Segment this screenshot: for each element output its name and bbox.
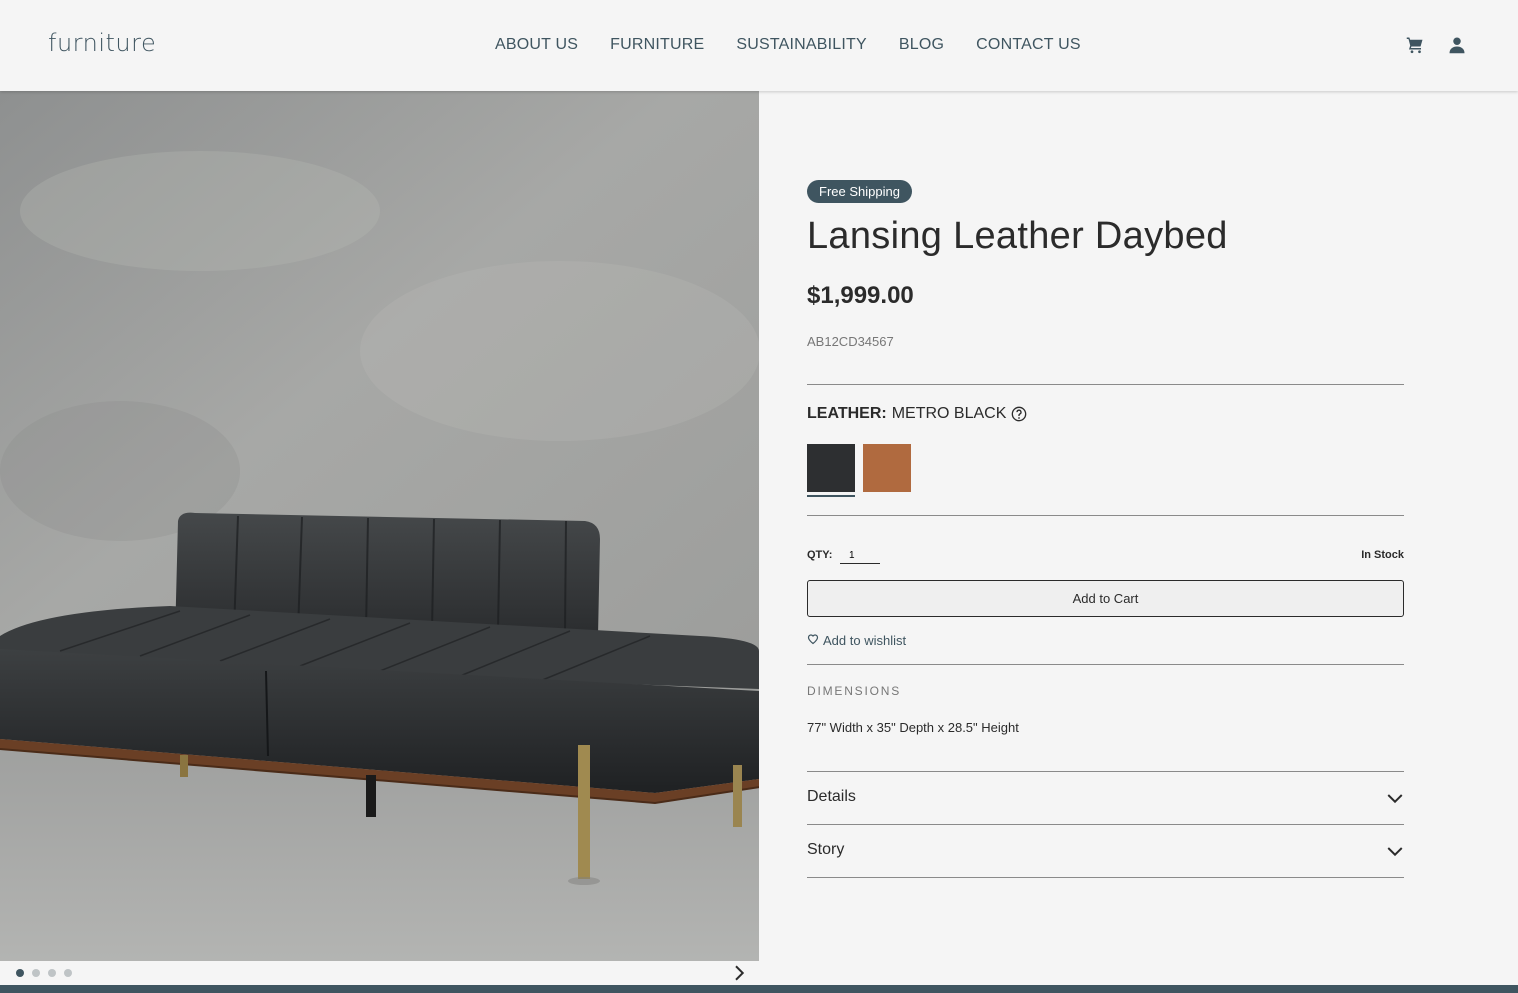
qty-input[interactable] — [840, 547, 880, 564]
option-label: LEATHER: — [807, 405, 887, 422]
divider — [807, 515, 1404, 516]
header-icons — [1406, 36, 1466, 54]
swatch-metro-black[interactable] — [807, 444, 855, 492]
leather-option-label: LEATHER: METRO BLACK — [807, 405, 1027, 423]
slide-dot-1[interactable] — [16, 969, 24, 977]
chevron-down-icon — [1386, 842, 1404, 860]
add-to-cart-button[interactable]: Add to Cart — [807, 580, 1404, 617]
slide-dot-2[interactable] — [32, 969, 40, 977]
nav-contact-us[interactable]: CONTACT US — [976, 36, 1081, 54]
chevron-right-icon[interactable] — [730, 964, 748, 982]
user-icon[interactable] — [1448, 36, 1466, 54]
qty-label: QTY: — [807, 549, 833, 561]
selected-swatch-indicator — [807, 495, 855, 497]
slide-dot-4[interactable] — [64, 969, 72, 977]
free-shipping-badge: Free Shipping — [807, 180, 912, 203]
product-price: $1,999.00 — [807, 282, 914, 309]
nav-about-us[interactable]: ABOUT US — [495, 36, 578, 54]
dimensions-heading: DIMENSIONS — [807, 684, 902, 698]
main-nav: ABOUT US FURNITURE SUSTAINABILITY BLOG C… — [495, 36, 1081, 54]
footer-bar — [0, 985, 1518, 993]
nav-blog[interactable]: BLOG — [899, 36, 944, 54]
accordion-label: Details — [807, 788, 856, 805]
nav-sustainability[interactable]: SUSTAINABILITY — [736, 36, 867, 54]
wishlist-label: Add to wishlist — [823, 633, 907, 648]
option-value: METRO BLACK — [891, 405, 1007, 422]
heart-icon — [807, 633, 819, 648]
add-to-wishlist-link[interactable]: Add to wishlist — [807, 633, 906, 648]
logo[interactable]: furniture — [48, 29, 156, 57]
help-icon[interactable] — [1011, 406, 1027, 422]
divider — [807, 877, 1404, 878]
site-header: furniture ABOUT US FURNITURE SUSTAINABIL… — [0, 0, 1518, 91]
slide-dots — [16, 969, 72, 977]
dimensions-value: 77" Width x 35" Depth x 28.5" Height — [807, 720, 1019, 735]
product-image[interactable] — [0, 91, 759, 961]
stock-status: In Stock — [1361, 549, 1404, 561]
divider — [807, 384, 1404, 385]
product-title: Lansing Leather Daybed — [807, 215, 1228, 257]
accordion-details[interactable]: Details — [807, 772, 1404, 825]
product-sku: AB12CD34567 — [807, 334, 894, 349]
daybed-photo — [0, 91, 759, 961]
accordion-label: Story — [807, 841, 845, 858]
divider — [807, 664, 1404, 665]
slide-dot-3[interactable] — [48, 969, 56, 977]
cart-icon[interactable] — [1406, 36, 1424, 54]
chevron-down-icon — [1386, 789, 1404, 807]
swatch-cognac[interactable] — [863, 444, 911, 492]
accordion-story[interactable]: Story — [807, 825, 1404, 878]
nav-furniture[interactable]: FURNITURE — [610, 36, 704, 54]
